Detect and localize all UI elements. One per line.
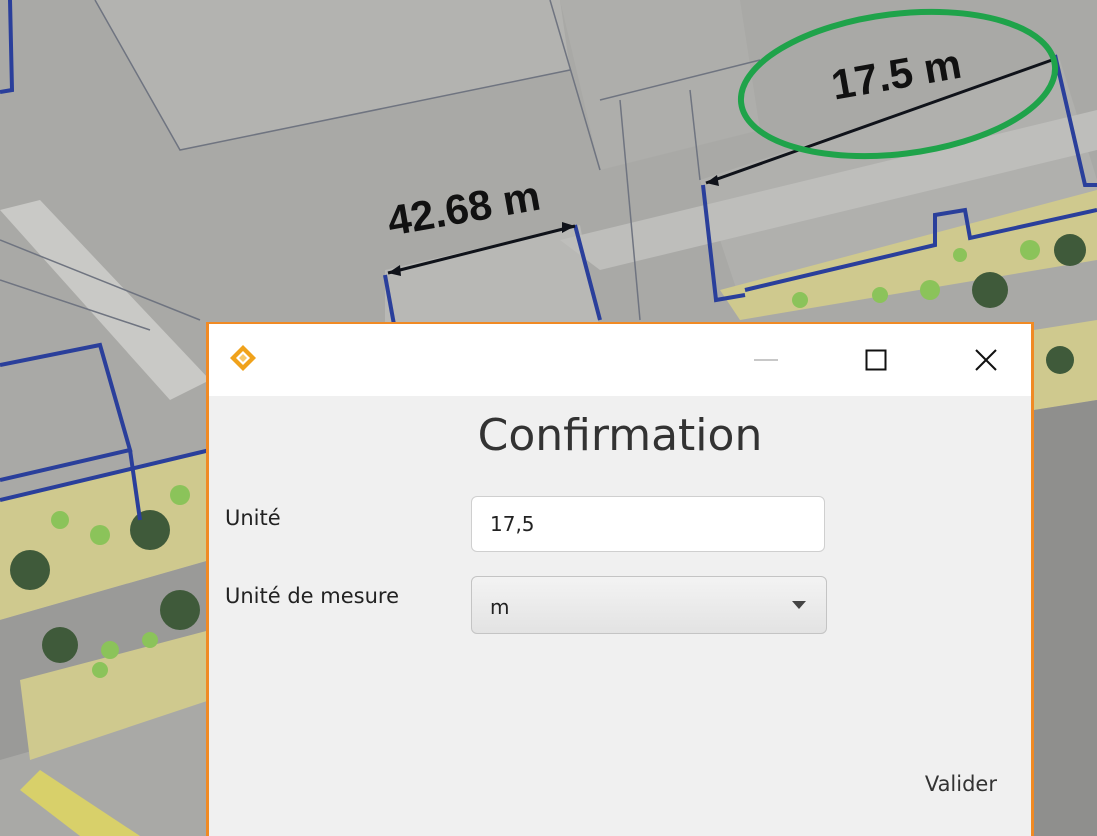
measure-unit-selected-value: m [490, 595, 510, 619]
close-icon [975, 349, 997, 371]
dialog-title: Confirmation [477, 410, 763, 461]
maximize-icon [865, 349, 887, 371]
map-buildings [1034, 400, 1097, 836]
chevron-down-icon [792, 601, 806, 609]
unit-label: Unité [225, 506, 281, 530]
maximize-button[interactable] [853, 338, 899, 382]
valider-button[interactable]: Valider [877, 764, 997, 804]
dialog-titlebar[interactable] [209, 324, 1031, 396]
confirmation-dialog: Confirmation Unité Unité de mesure m Val… [206, 322, 1034, 836]
minimize-icon [754, 359, 778, 361]
unit-value-input[interactable] [471, 496, 825, 552]
minimize-button[interactable] [743, 338, 789, 382]
measure-unit-select[interactable]: m [471, 576, 827, 634]
measure-unit-label: Unité de mesure [225, 584, 399, 608]
app-logo-icon [230, 345, 256, 371]
close-button[interactable] [963, 338, 1009, 382]
